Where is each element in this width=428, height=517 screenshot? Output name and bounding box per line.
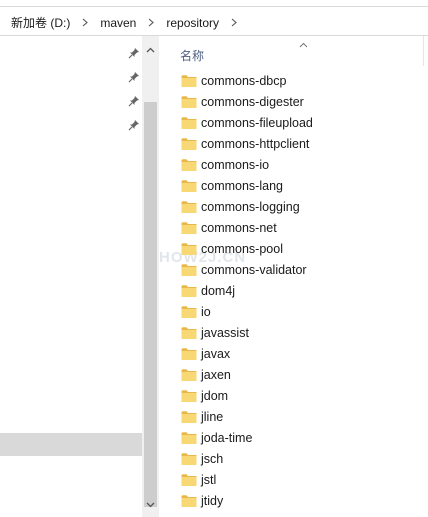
list-item[interactable]: commons-digester <box>159 92 428 113</box>
folder-icon <box>181 263 197 277</box>
folder-name: commons-logging <box>201 200 300 214</box>
folder-name: commons-validator <box>201 263 307 277</box>
list-item[interactable]: jstl <box>159 470 428 491</box>
list-item[interactable]: commons-validator <box>159 260 428 281</box>
breadcrumb-repository[interactable]: repository <box>166 16 219 30</box>
column-header-name[interactable]: 名称 <box>180 47 204 64</box>
folder-name: javassist <box>201 326 249 340</box>
folder-name: jsch <box>201 452 224 466</box>
folder-icon <box>181 305 197 319</box>
folder-icon <box>181 284 197 298</box>
folder-icon <box>181 410 197 424</box>
scroll-thumb[interactable] <box>144 102 157 507</box>
list-item[interactable]: commons-net <box>159 218 428 239</box>
chevron-right-icon[interactable] <box>148 18 155 27</box>
folder-name: jdom <box>201 389 229 403</box>
list-item[interactable]: commons-dbcp <box>159 71 428 92</box>
list-item[interactable]: commons-pool <box>159 239 428 260</box>
chevron-right-icon[interactable] <box>231 18 237 27</box>
breadcrumb-drive[interactable]: 新加卷 (D:) <box>11 14 70 31</box>
list-item[interactable]: commons-fileupload <box>159 113 428 134</box>
folder-name: commons-net <box>201 221 277 235</box>
list-item[interactable]: dom4j <box>159 281 428 302</box>
list-item[interactable]: commons-lang <box>159 176 428 197</box>
file-list-pane[interactable]: 名称 HOW2J.CN commons-dbcp commons-digester… <box>159 36 428 517</box>
folder-icon <box>181 137 197 151</box>
column-divider[interactable] <box>423 36 424 66</box>
folder-icon <box>181 95 197 109</box>
list-item[interactable]: javax <box>159 344 428 365</box>
chevron-right-icon[interactable] <box>82 18 89 27</box>
folder-icon <box>181 200 197 214</box>
pin-icon[interactable] <box>128 119 140 131</box>
folder-name: joda-time <box>201 431 253 445</box>
folder-icon <box>181 221 197 235</box>
scroll-down-button[interactable] <box>142 496 159 513</box>
list-item[interactable]: commons-httpclient <box>159 134 428 155</box>
list-item[interactable]: jaxen <box>159 365 428 386</box>
folder-icon <box>181 389 197 403</box>
folder-name: commons-io <box>201 158 270 172</box>
list-item[interactable]: commons-io <box>159 155 428 176</box>
folder-icon <box>181 158 197 172</box>
list-item[interactable]: jtidy <box>159 491 428 512</box>
folder-name: javax <box>201 347 231 361</box>
list-item[interactable]: jdom <box>159 386 428 407</box>
list-item[interactable]: javassist <box>159 323 428 344</box>
folder-icon <box>181 368 197 382</box>
folder-icon <box>181 74 197 88</box>
folder-name: jline <box>201 410 224 424</box>
folder-name: commons-dbcp <box>201 74 287 88</box>
pin-icon[interactable] <box>128 95 140 107</box>
list-item[interactable]: io <box>159 302 428 323</box>
folder-name: jaxen <box>201 368 231 382</box>
folder-name: jtidy <box>201 494 224 508</box>
folder-icon <box>181 242 197 256</box>
nav-scrollbar[interactable] <box>142 36 159 517</box>
folder-name: commons-fileupload <box>201 116 313 130</box>
folder-icon <box>181 179 197 193</box>
pin-icon[interactable] <box>128 71 140 83</box>
folder-name: io <box>201 305 211 319</box>
breadcrumb: 新加卷 (D:) maven repository <box>11 14 249 31</box>
folder-icon <box>181 452 197 466</box>
folder-icon <box>181 116 197 130</box>
folder-icon <box>181 494 197 508</box>
selected-nav-item[interactable] <box>0 433 142 456</box>
pin-icon[interactable] <box>128 47 140 59</box>
folder-icon <box>181 473 197 487</box>
list-item[interactable]: commons-logging <box>159 197 428 218</box>
folder-name: dom4j <box>201 284 236 298</box>
list-item[interactable]: jsch <box>159 449 428 470</box>
folder-name: commons-httpclient <box>201 137 310 151</box>
address-bar[interactable]: 新加卷 (D:) maven repository <box>0 6 428 36</box>
navigation-pane[interactable] <box>0 36 142 517</box>
sort-ascending-icon <box>299 37 308 51</box>
folder-name: commons-pool <box>201 242 283 256</box>
folder-name: commons-lang <box>201 179 283 193</box>
folder-name: commons-digester <box>201 95 304 109</box>
folder-icon <box>181 431 197 445</box>
folder-icon <box>181 326 197 340</box>
list-item[interactable]: joda-time <box>159 428 428 449</box>
folder-icon <box>181 347 197 361</box>
breadcrumb-maven[interactable]: maven <box>100 16 136 30</box>
list-item[interactable]: jline <box>159 407 428 428</box>
scroll-up-button[interactable] <box>142 41 159 58</box>
folder-name: jstl <box>201 473 217 487</box>
